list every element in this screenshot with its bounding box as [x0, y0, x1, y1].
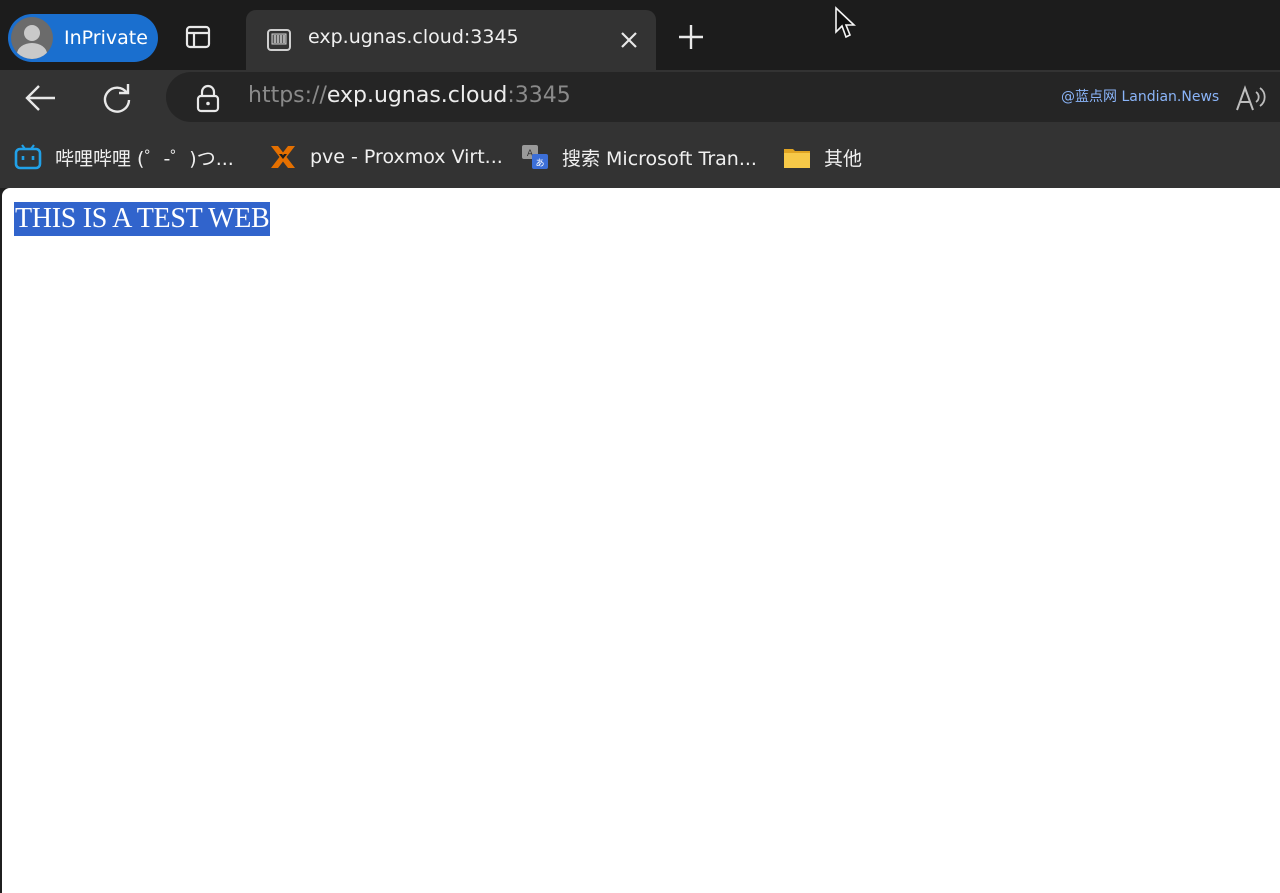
selected-page-text[interactable]: THIS IS A TEST WEB	[14, 202, 271, 236]
bookmark-folder-other[interactable]: 其他	[782, 140, 862, 174]
folder-icon	[784, 149, 810, 168]
server-icon	[267, 29, 291, 51]
bookmark-bilibili[interactable]: 哔哩哔哩 (゜-゜)つ...	[13, 140, 234, 174]
lock-icon[interactable]	[194, 83, 222, 113]
bookmark-label: pve - Proxmox Virt...	[310, 146, 503, 168]
avatar-icon	[11, 17, 53, 59]
inprivate-profile-button[interactable]: InPrivate	[8, 14, 158, 62]
svg-text:あ: あ	[535, 158, 544, 169]
bilibili-icon	[14, 144, 42, 170]
bookmark-proxmox[interactable]: pve - Proxmox Virt...	[268, 140, 503, 174]
bookmark-label: 哔哩哔哩 (゜-゜)つ...	[55, 147, 234, 170]
tab-strip: InPrivate exp.ugnas.cloud:3345	[0, 0, 1280, 70]
url-host: exp.ugnas.cloud	[326, 83, 508, 108]
url-port: :3345	[507, 83, 571, 108]
bookmark-label: 搜索 Microsoft Tran...	[562, 147, 757, 170]
tab-title: exp.ugnas.cloud:3345	[308, 26, 519, 48]
mouse-cursor-icon	[835, 6, 856, 39]
watermark: @蓝点网 Landian.News	[1061, 89, 1220, 105]
url-text[interactable]: https://exp.ugnas.cloud:3345	[248, 83, 571, 108]
inprivate-label: InPrivate	[64, 27, 148, 49]
read-aloud-icon[interactable]	[1234, 82, 1270, 114]
bookmarks-bar: 哔哩哔哩 (゜-゜)つ... pve - Proxmox Virt... A あ…	[0, 126, 1280, 188]
back-arrow-icon[interactable]	[24, 82, 58, 114]
bookmark-microsoft-translator[interactable]: A あ 搜索 Microsoft Tran...	[520, 140, 757, 174]
url-scheme: https://	[248, 83, 327, 108]
tab-active[interactable]: exp.ugnas.cloud:3345	[246, 10, 656, 70]
navigation-toolbar: https://exp.ugnas.cloud:3345 @蓝点网 Landia…	[0, 70, 1280, 126]
close-icon[interactable]	[616, 27, 642, 53]
workspaces-icon[interactable]	[185, 25, 211, 49]
proxmox-icon	[271, 146, 295, 168]
refresh-icon[interactable]	[100, 81, 134, 115]
bookmark-label: 其他	[824, 147, 863, 170]
translator-icon: A あ	[522, 145, 548, 169]
address-bar[interactable]: https://exp.ugnas.cloud:3345 @蓝点网 Landia…	[166, 72, 1280, 122]
page-content: THIS IS A TEST WEB	[2, 188, 1280, 893]
plus-icon[interactable]	[676, 22, 706, 52]
